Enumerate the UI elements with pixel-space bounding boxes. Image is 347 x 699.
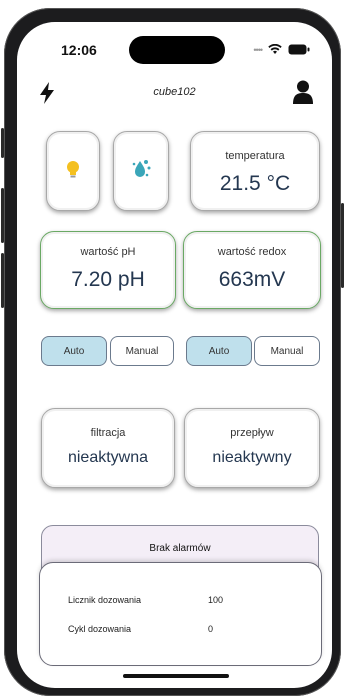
lightbulb-icon xyxy=(67,161,79,178)
temperature-value: 21.5 °C xyxy=(219,172,291,195)
dosing-cycle-value: 0 xyxy=(208,624,214,634)
temperature-label: temperatura xyxy=(225,150,285,162)
flow-card: przepływ nieaktywny xyxy=(184,408,320,488)
wifi-icon xyxy=(268,44,282,54)
volume-down-button xyxy=(1,253,4,308)
redox-manual-button[interactable]: Manual xyxy=(254,336,320,366)
redox-value: 663mV xyxy=(218,268,286,291)
dosing-panel: Licznik dozowania 100 Cykl dozowania 0 xyxy=(39,562,322,666)
ph-label: wartość pH xyxy=(80,246,136,258)
temperature-card: temperatura 21.5 °C xyxy=(190,131,320,211)
redox-label: wartość redox xyxy=(217,246,287,258)
ph-manual-button[interactable]: Manual xyxy=(110,336,174,366)
status-icons: •••• xyxy=(253,44,310,55)
user-icon[interactable] xyxy=(293,80,313,104)
alarm-status-text: Brak alarmów xyxy=(149,543,211,554)
app-screen: 12:06 •••• cube102 temperatura 21.5 °C w… xyxy=(17,22,332,688)
signal-icon: •••• xyxy=(253,44,263,55)
dosing-counter-label: Licznik dozowania xyxy=(68,595,142,605)
dosing-cycle-label: Cykl dozowania xyxy=(68,624,132,634)
dynamic-island xyxy=(129,36,225,64)
device-title: cube102 xyxy=(153,86,196,98)
battery-icon xyxy=(288,44,310,55)
filtration-value: nieaktywna xyxy=(67,449,149,466)
filtration-card: filtracja nieaktywna xyxy=(41,408,175,488)
light-tile[interactable] xyxy=(46,131,100,211)
home-indicator[interactable] xyxy=(123,674,229,678)
redox-card: wartość redox 663mV xyxy=(183,231,321,309)
phone-frame: 12:06 •••• cube102 temperatura 21.5 °C w… xyxy=(1,8,344,696)
ph-auto-button[interactable]: Auto xyxy=(41,336,107,366)
water-drop-icon xyxy=(132,160,151,177)
power-button xyxy=(341,203,344,288)
flow-value: nieaktywny xyxy=(212,449,292,466)
status-time: 12:06 xyxy=(61,42,97,58)
ph-value: 7.20 pH xyxy=(71,268,145,291)
water-tile[interactable] xyxy=(113,131,169,211)
ph-card: wartość pH 7.20 pH xyxy=(40,231,176,309)
redox-auto-button[interactable]: Auto xyxy=(186,336,252,366)
filtration-label: filtracja xyxy=(90,427,126,439)
dosing-counter-row: Licznik dozowania 100 xyxy=(68,595,301,605)
dosing-counter-value: 100 xyxy=(208,595,224,605)
flow-label: przepływ xyxy=(230,427,274,439)
dosing-cycle-row: Cykl dozowania 0 xyxy=(68,624,301,634)
mute-switch xyxy=(1,128,4,158)
volume-up-button xyxy=(1,188,4,243)
